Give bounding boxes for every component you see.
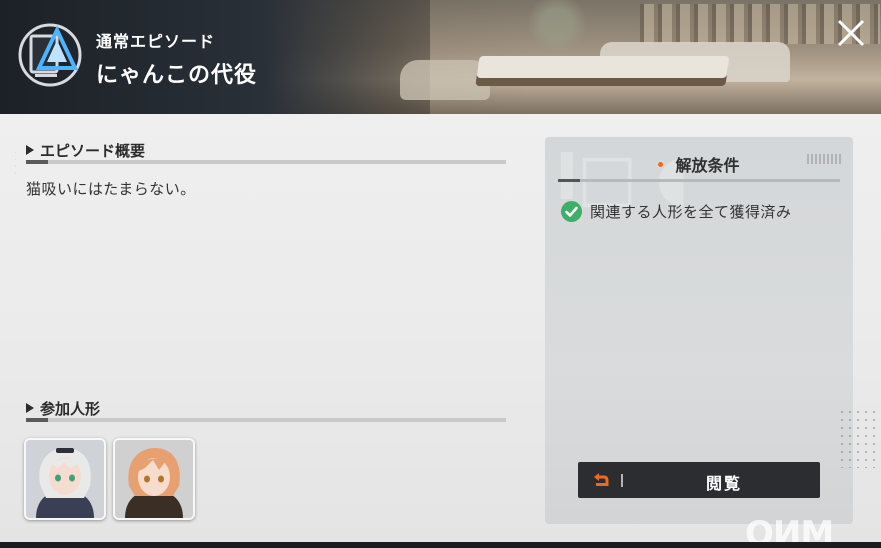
decorative-text: · · · · — [14, 150, 18, 177]
participant-doll-list — [24, 438, 195, 520]
episode-type-label: 通常エピソード — [96, 32, 216, 51]
episode-summary-heading: エピソード概要 — [26, 140, 145, 161]
triangle-bullet-icon — [26, 403, 34, 413]
section-divider — [558, 179, 840, 182]
unlock-condition-item: 関連する人形を全て獲得済み — [561, 201, 792, 222]
return-arrow-icon — [594, 473, 609, 486]
episode-title: にゃんこの代役 — [96, 63, 258, 88]
doll-portrait-orange-hair[interactable] — [113, 438, 195, 520]
view-episode-button[interactable]: 閲覧 — [578, 462, 820, 498]
unlock-conditions-heading-text: 解放条件 — [675, 156, 740, 175]
section-divider — [26, 160, 506, 164]
episode-logo-icon — [18, 23, 82, 87]
episode-header: 通常エピソード にゃんこの代役 — [0, 0, 881, 114]
doll-portrait-image — [26, 440, 104, 518]
doll-portrait-image — [115, 440, 193, 518]
episode-summary-text: 猫吸いにはたまらない。 — [26, 180, 196, 198]
dot-grid-decoration — [838, 408, 878, 468]
close-icon[interactable] — [836, 18, 866, 48]
doll-portrait-silver-hair[interactable] — [24, 438, 106, 520]
section-divider — [26, 418, 506, 422]
episode-summary-heading-text: エピソード概要 — [40, 142, 146, 160]
header-bg-chair — [400, 60, 490, 100]
episode-detail-window: 通常エピソード にゃんこの代役 エピソード概要 猫吸いにはたまらない。 · · · ·… — [0, 0, 881, 548]
barcode-decoration — [807, 154, 841, 164]
triangle-bullet-icon — [26, 145, 34, 155]
orange-dot-icon — [658, 162, 664, 167]
header-bg-table — [476, 56, 730, 78]
view-button-label: 閲覧 — [705, 474, 742, 493]
header-bg-plant — [522, 0, 592, 60]
participants-heading-text: 参加人形 — [40, 400, 101, 418]
unlock-conditions-panel: I□ ◖ 解放条件 関連する人形を全て獲得済み 閲覧 — [545, 137, 853, 524]
participants-heading: 参加人形 — [26, 398, 100, 419]
bottom-edge — [0, 542, 881, 548]
unlock-condition-text: 関連する人形を全て獲得済み — [590, 203, 792, 221]
check-icon — [561, 201, 582, 222]
button-separator — [621, 474, 623, 487]
